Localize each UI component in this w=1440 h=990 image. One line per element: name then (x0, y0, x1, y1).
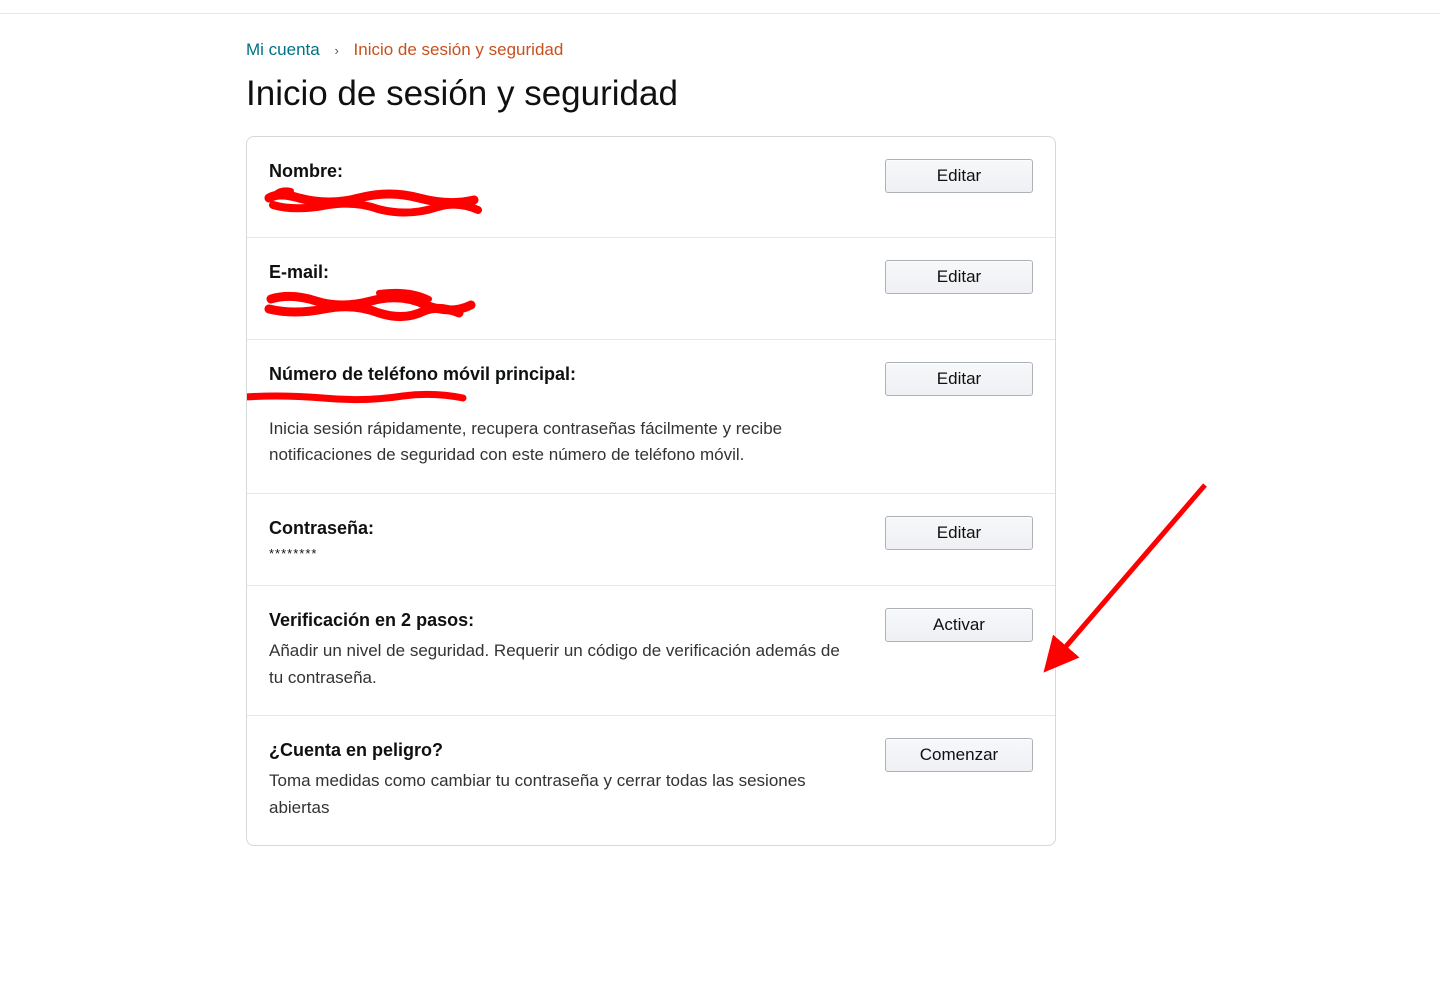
label-two-step: Verificación en 2 pasos: (269, 608, 845, 632)
edit-name-button[interactable]: Editar (885, 159, 1033, 193)
breadcrumb: Mi cuenta › Inicio de sesión y seguridad (246, 40, 1060, 60)
desc-account-danger: Toma medidas como cambiar tu contraseña … (269, 768, 845, 821)
row-phone: Número de teléfono móvil principal: Inic… (247, 340, 1055, 494)
desc-two-step: Añadir un nivel de seguridad. Requerir u… (269, 638, 845, 691)
redacted-name-value (269, 189, 845, 213)
label-account-danger: ¿Cuenta en peligro? (269, 738, 845, 762)
redacted-phone-value (269, 392, 845, 410)
breadcrumb-current: Inicio de sesión y seguridad (354, 40, 564, 59)
label-password: Contraseña: (269, 516, 845, 540)
row-two-step: Verificación en 2 pasos: Añadir un nivel… (247, 586, 1055, 716)
breadcrumb-separator: › (334, 43, 338, 58)
row-account-danger: ¿Cuenta en peligro? Toma medidas como ca… (247, 716, 1055, 845)
desc-phone: Inicia sesión rápidamente, recupera cont… (269, 416, 845, 469)
row-email: E-mail: Editar (247, 238, 1055, 339)
top-bar (0, 0, 1440, 14)
row-password: Contraseña: ******** Editar (247, 494, 1055, 586)
password-mask: ******** (269, 546, 845, 561)
label-email: E-mail: (269, 260, 845, 284)
row-name: Nombre: Editar (247, 137, 1055, 238)
label-phone: Número de teléfono móvil principal: (269, 362, 845, 386)
redacted-email-value (269, 291, 845, 315)
page-title: Inicio de sesión y seguridad (246, 74, 1060, 114)
breadcrumb-account-link[interactable]: Mi cuenta (246, 40, 320, 59)
label-name: Nombre: (269, 159, 845, 183)
edit-password-button[interactable]: Editar (885, 516, 1033, 550)
activate-two-step-button[interactable]: Activar (885, 608, 1033, 642)
edit-email-button[interactable]: Editar (885, 260, 1033, 294)
settings-card: Nombre: Editar E-mail: (246, 136, 1056, 846)
edit-phone-button[interactable]: Editar (885, 362, 1033, 396)
start-account-danger-button[interactable]: Comenzar (885, 738, 1033, 772)
